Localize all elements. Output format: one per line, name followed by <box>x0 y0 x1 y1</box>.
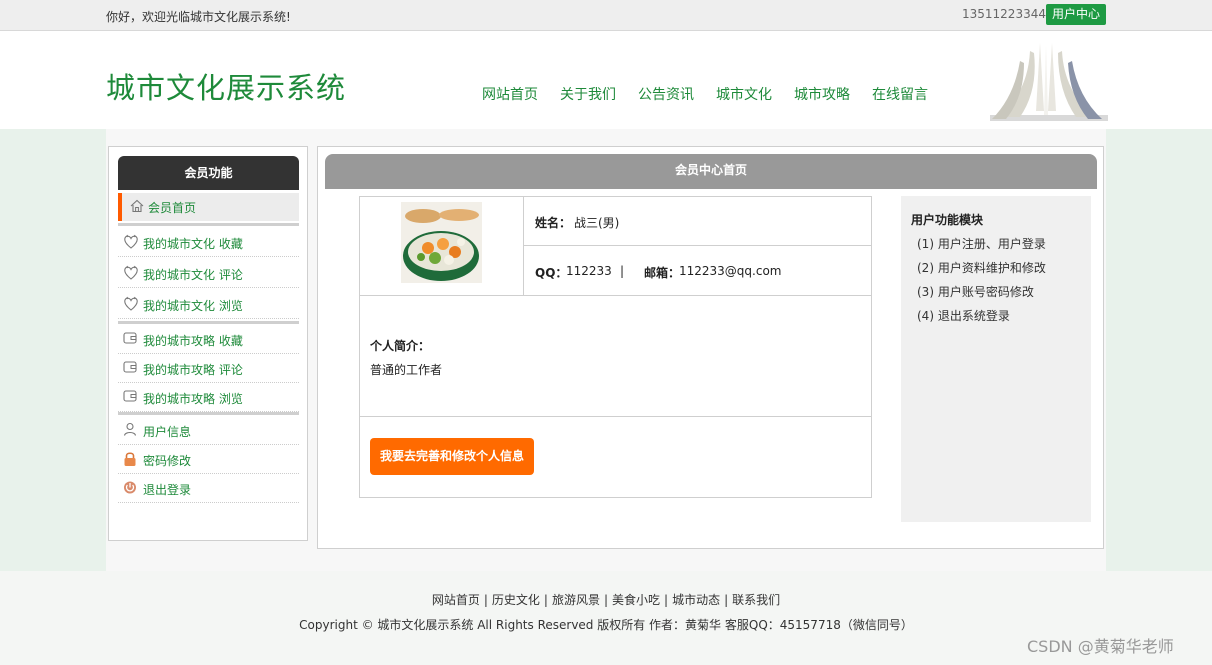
sidebar-item-guide-favorites[interactable]: 我的城市攻略 收藏 <box>118 325 299 354</box>
name-row: 姓名： 战三(男) <box>524 197 871 246</box>
sidebar-divider <box>118 321 299 324</box>
heart-outline-icon <box>123 234 139 253</box>
sidebar-item-label: 退出登录 <box>143 483 192 497</box>
welcome-text: 你好，欢迎光临城市文化展示系统! <box>106 10 291 24</box>
nav-news[interactable]: 公告资讯 <box>638 84 694 104</box>
sidebar-item-label: 我的城市文化 收藏 <box>143 237 243 251</box>
wallet-icon <box>123 389 137 406</box>
sidebar-item-label: 我的城市文化 浏览 <box>143 299 243 313</box>
sidebar-item-home[interactable]: 会员首页 <box>118 193 299 221</box>
heart-outline-icon <box>123 296 139 315</box>
modules-title: 用户功能模块 <box>911 213 984 227</box>
intro-value: 普通的工作者 <box>370 363 443 377</box>
site-logo[interactable]: 城市文化展示系统 <box>106 65 346 107</box>
sidebar-item-password[interactable]: 密码修改 <box>118 445 299 474</box>
footer-links: 网站首页 | 历史文化 | 旅游风景 | 美食小吃 | 城市动态 | 联系我们 <box>431 593 781 607</box>
user-modules-panel: 用户功能模块 (1) 用户注册、用户登录 (2) 用户资料维护和修改 (3) 用… <box>901 196 1091 522</box>
name-value: 战三(男) <box>574 216 620 230</box>
sidebar-item-guide-comments[interactable]: 我的城市攻略 评论 <box>118 354 299 383</box>
footer-link-scenery[interactable]: 旅游风景 <box>552 593 600 607</box>
watermark: CSDN @黄菊华老师 <box>1027 637 1174 656</box>
module-item: (4) 退出系统登录 <box>917 309 1010 323</box>
name-label: 姓名： <box>535 216 572 230</box>
sidebar-item-label: 我的城市攻略 收藏 <box>143 334 243 348</box>
footer-link-home[interactable]: 网站首页 <box>432 593 480 607</box>
home-icon <box>130 199 144 216</box>
module-item: (2) 用户资料维护和修改 <box>917 261 1046 275</box>
sidebar-item-logout[interactable]: 退出登录 <box>118 474 299 503</box>
nav-guide[interactable]: 城市攻略 <box>794 84 850 104</box>
nav-message[interactable]: 在线留言 <box>872 84 928 104</box>
sidebar-divider <box>118 223 299 226</box>
sidebar-item-guide-history[interactable]: 我的城市攻略 浏览 <box>118 383 299 412</box>
copyright-text: Copyright © 城市文化展示系统 All Rights Reserved… <box>299 618 913 632</box>
sidebar-title: 会员功能 <box>118 156 299 190</box>
sidebar-item-label: 我的城市攻略 评论 <box>143 363 243 377</box>
email-value: 112233@qq.com <box>679 264 782 278</box>
phone-number: 13511223344 <box>962 7 1046 21</box>
user-center-button[interactable]: 用户中心 <box>1046 4 1106 25</box>
heart-outline-icon <box>123 265 139 284</box>
module-item: (3) 用户账号密码修改 <box>917 285 1034 299</box>
nav-culture[interactable]: 城市文化 <box>716 84 772 104</box>
profile-table: 姓名： 战三(男) QQ： 112233 | 邮箱： 112233@qq.com… <box>359 196 872 498</box>
email-label: 邮箱： <box>644 266 681 280</box>
contact-row: QQ： 112233 | 邮箱： 112233@qq.com <box>524 246 871 296</box>
footer-link-news[interactable]: 城市动态 <box>672 593 720 607</box>
site-footer: 网站首页 | 历史文化 | 旅游风景 | 美食小吃 | 城市动态 | 联系我们 Copyright … <box>0 571 1212 665</box>
user-icon <box>123 422 137 439</box>
contact-separator: | <box>620 264 625 278</box>
sidebar-item-culture-comments[interactable]: 我的城市文化 评论 <box>118 259 299 288</box>
qq-label: QQ： <box>535 266 568 280</box>
sidebar-item-culture-history[interactable]: 我的城市文化 浏览 <box>118 290 299 319</box>
sidebar-item-label: 用户信息 <box>143 425 192 439</box>
content-title: 会员中心首页 <box>325 154 1097 189</box>
footer-link-contact[interactable]: 联系我们 <box>732 593 780 607</box>
sidebar-item-user-info[interactable]: 用户信息 <box>118 416 299 445</box>
power-icon <box>123 480 137 497</box>
footer-link-food[interactable]: 美食小吃 <box>612 593 660 607</box>
nav-home[interactable]: 网站首页 <box>482 84 538 104</box>
wallet-icon <box>123 331 137 348</box>
edit-profile-button[interactable]: 我要去完善和修改个人信息 <box>370 438 534 475</box>
member-sidebar: 会员功能 会员首页 我的城市文化 收藏 我的城市文化 评论 我的城市文化 浏览 … <box>108 146 308 541</box>
sidebar-divider <box>118 412 299 415</box>
sidebar-item-label: 密码修改 <box>143 454 192 468</box>
footer-link-history[interactable]: 历史文化 <box>492 593 540 607</box>
landmark-illustration <box>990 43 1108 121</box>
site-header: 城市文化展示系统 网站首页 关于我们 公告资讯 城市文化 城市攻略 在线留言 <box>0 31 1212 129</box>
sidebar-item-culture-favorites[interactable]: 我的城市文化 收藏 <box>118 228 299 257</box>
nav-about[interactable]: 关于我们 <box>560 84 616 104</box>
member-content: 会员中心首页 姓名： 战三(男) QQ： 112233 | 邮箱： 112233… <box>317 146 1104 549</box>
module-item: (1) 用户注册、用户登录 <box>917 237 1046 251</box>
avatar <box>401 202 482 283</box>
sidebar-item-label: 我的城市文化 评论 <box>143 268 243 282</box>
sidebar-item-label: 我的城市攻略 浏览 <box>143 392 243 406</box>
lock-icon <box>123 451 137 470</box>
qq-value: 112233 <box>566 264 612 278</box>
top-bar: 你好，欢迎光临城市文化展示系统! 13511223344 用户中心 <box>0 0 1212 31</box>
wallet-icon <box>123 360 137 377</box>
avatar-cell <box>360 197 524 296</box>
intro-label: 个人简介： <box>370 339 431 353</box>
action-row: 我要去完善和修改个人信息 <box>360 417 871 497</box>
intro-row: 个人简介： 普通的工作者 <box>360 296 871 417</box>
sidebar-item-label: 会员首页 <box>148 201 197 215</box>
